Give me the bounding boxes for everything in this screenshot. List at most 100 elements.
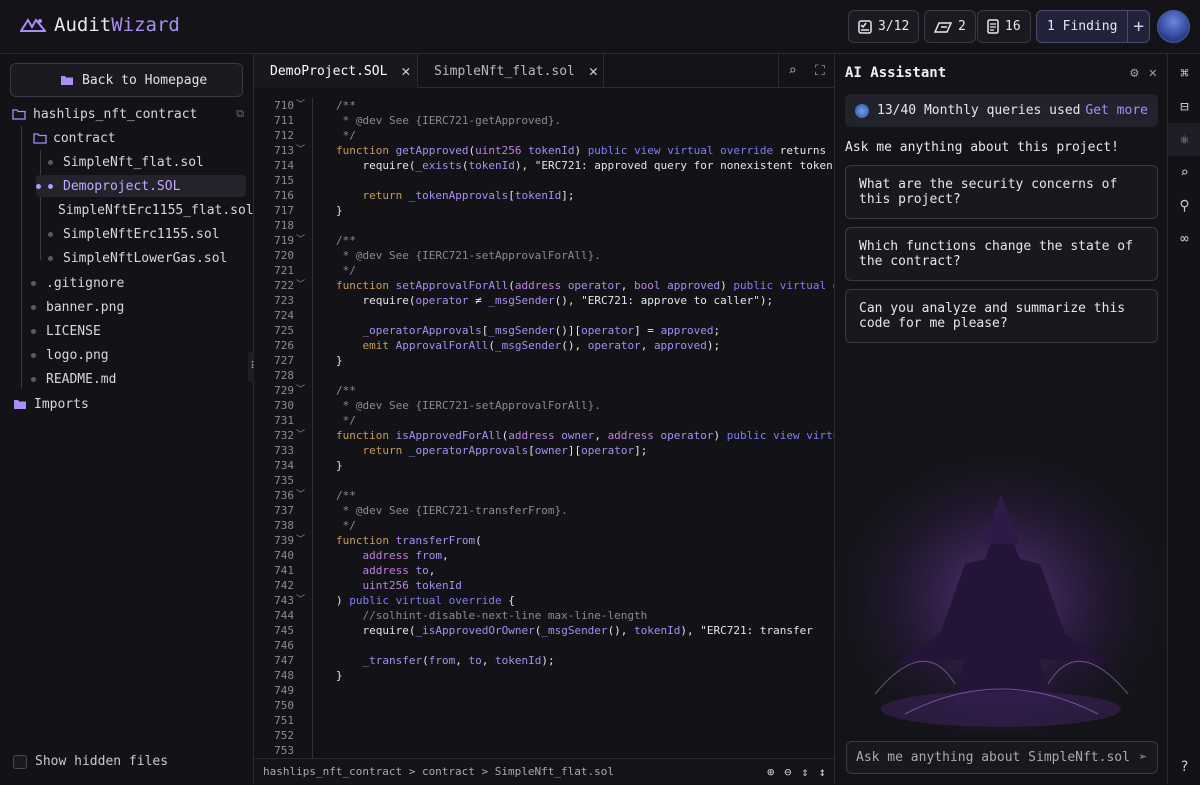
tab-demoproject[interactable]: DemoProject.SOL ✕ <box>254 54 418 88</box>
ai-chat-input[interactable]: Ask me anything about SimpleNft.sol ➢ <box>846 741 1158 774</box>
line-number: 739 <box>274 534 294 547</box>
expand-icon[interactable]: ↕ <box>819 765 826 779</box>
graph-icon[interactable]: ⌘ <box>1168 57 1200 90</box>
scan-icon[interactable]: ⊟ <box>1168 90 1200 123</box>
tree-file[interactable]: SimpleNftLowerGas.sol <box>48 247 244 269</box>
zoom-in-icon[interactable]: ⊕ <box>767 765 774 779</box>
file-dot <box>48 231 53 237</box>
line-number: 753 <box>274 744 294 757</box>
editor-tools: ⌕ ⛶ <box>778 54 834 88</box>
tree-folder-contract[interactable]: contract <box>33 127 116 149</box>
suggestion-button[interactable]: What are the security concerns of this p… <box>845 165 1158 219</box>
code-line: function transferFrom( <box>336 534 482 547</box>
tree-file[interactable]: SimpleNftErc1155.sol <box>48 223 244 245</box>
checklist-stat-button[interactable]: 3/12 <box>848 10 920 43</box>
suggestion-button[interactable]: Can you analyze and summarize this code … <box>845 289 1158 343</box>
line-number: 735 <box>274 474 294 487</box>
code-editor: DemoProject.SOL ✕ SimpleNft_flat.sol ✕ ⌕… <box>254 54 834 784</box>
add-finding-button[interactable]: + <box>1128 16 1149 37</box>
fold-chevron-icon[interactable]: ﹀ <box>296 233 305 248</box>
binoculars-icon[interactable]: ∞ <box>1168 222 1200 255</box>
suggestion-button[interactable]: Which functions change the state of the … <box>845 227 1158 281</box>
contract-count: 2 <box>958 19 966 34</box>
tree-file[interactable]: logo.png <box>31 344 109 366</box>
ai-icon[interactable]: ⚛ <box>1168 123 1200 156</box>
line-number: 729 <box>274 384 294 397</box>
code-area[interactable]: 710 ﹀/** 711 * @dev See {IERC721-getApprov… <box>254 98 834 758</box>
breadcrumb: hashlips_nft_contract > contract > Simpl… <box>263 765 614 778</box>
fold-chevron-icon[interactable]: ﹀ <box>296 428 305 443</box>
file-label: banner.png <box>46 299 125 315</box>
file-label: LICENSE <box>46 323 101 339</box>
line-number: 751 <box>274 714 294 727</box>
help-icon[interactable]: ? <box>1168 750 1200 783</box>
fold-chevron-icon[interactable]: ﹀ <box>296 143 305 158</box>
file-dot <box>31 328 36 334</box>
tree-file[interactable]: README.md <box>31 368 116 390</box>
back-label: Back to Homepage <box>82 72 208 88</box>
line-number: 719 <box>274 234 294 247</box>
search-code-icon[interactable]: ⌕ <box>1168 156 1200 189</box>
document-stat-button[interactable]: 16 <box>977 10 1031 43</box>
tree-file-active[interactable]: Demoproject.SOL <box>36 175 246 197</box>
fold-chevron-icon[interactable]: ﹀ <box>296 488 305 503</box>
line-number: 746 <box>274 639 294 652</box>
close-tab-icon[interactable]: ✕ <box>401 62 410 80</box>
close-tab-icon[interactable]: ✕ <box>589 62 598 80</box>
code-line: emit ApprovalForAll(_msgSender(), operat… <box>362 339 721 352</box>
code-line: */ <box>336 129 356 142</box>
fold-chevron-icon[interactable]: ﹀ <box>296 533 305 548</box>
line-number: 741 <box>274 564 294 577</box>
search-icon[interactable]: ⌕ <box>788 63 796 79</box>
tab-simplenft[interactable]: SimpleNft_flat.sol ✕ <box>418 54 604 88</box>
tree-root-folder[interactable]: hashlips_nft_contract ⧉ <box>12 103 244 125</box>
tree-file[interactable]: SimpleNft_flat.sol <box>48 151 244 173</box>
file-dot <box>48 183 53 189</box>
finding-button[interactable]: 1 Finding + <box>1036 10 1150 43</box>
tree-file[interactable]: LICENSE <box>31 320 101 342</box>
folder-icon <box>14 400 26 409</box>
fold-chevron-icon[interactable]: ﹀ <box>296 593 305 608</box>
close-icon[interactable]: ✕ <box>1149 65 1157 81</box>
zoom-out-icon[interactable]: ⊖ <box>784 765 791 779</box>
status-bar: hashlips_nft_contract > contract > Simpl… <box>254 758 834 784</box>
line-number: 737 <box>274 504 294 517</box>
contract-stat-button[interactable]: 2 <box>924 10 976 43</box>
tree-file[interactable]: SimpleNftErc1155_flat.sol <box>48 199 254 221</box>
fold-chevron-icon[interactable]: ﹀ <box>296 98 305 113</box>
code-line: } <box>336 204 343 217</box>
get-more-link[interactable]: Get more <box>1085 103 1148 118</box>
collapse-all-icon[interactable]: ⧉ <box>236 107 244 121</box>
send-icon[interactable]: ➢ <box>1139 750 1147 765</box>
back-to-homepage-button[interactable]: Back to Homepage <box>10 63 243 97</box>
tree-file[interactable]: banner.png <box>31 296 124 318</box>
ai-input-placeholder: Ask me anything about SimpleNft.sol <box>856 750 1130 765</box>
line-number: 714 <box>274 159 294 172</box>
collapse-icon[interactable]: ⇕ <box>802 765 809 779</box>
line-number: 722 <box>274 279 294 292</box>
code-line: * @dev See {IERC721-getApproved}. <box>336 114 562 127</box>
settings-gear-icon[interactable]: ⚙ <box>1130 65 1138 81</box>
tree-file[interactable]: .gitignore <box>31 272 124 294</box>
checklist-icon <box>858 19 872 34</box>
line-number: 718 <box>274 219 294 232</box>
tree-guide <box>21 126 22 388</box>
app-logo[interactable]: AuditWizard <box>20 14 180 36</box>
code-line: /** <box>336 384 356 397</box>
show-hidden-files-toggle[interactable]: Show hidden files <box>13 754 168 769</box>
root-folder-label: hashlips_nft_contract <box>33 106 198 122</box>
file-dot <box>31 304 36 310</box>
logo-icon <box>20 18 46 32</box>
tree-icon[interactable]: ⚲ <box>1168 189 1200 222</box>
fold-chevron-icon[interactable]: ﹀ <box>296 278 305 293</box>
code-line: /** <box>336 489 356 502</box>
code-line: _transfer(from, to, tokenId); <box>362 654 555 667</box>
file-label: SimpleNftErc1155.sol <box>63 226 220 242</box>
user-avatar[interactable] <box>1157 10 1190 43</box>
tree-folder-imports[interactable]: Imports <box>13 393 89 415</box>
code-line: _operatorApprovals[_msgSender()][operato… <box>362 324 721 337</box>
fullscreen-icon[interactable]: ⛶ <box>815 63 825 79</box>
line-number: 750 <box>274 699 294 712</box>
fold-chevron-icon[interactable]: ﹀ <box>296 383 305 398</box>
show-hidden-checkbox[interactable] <box>13 754 27 769</box>
